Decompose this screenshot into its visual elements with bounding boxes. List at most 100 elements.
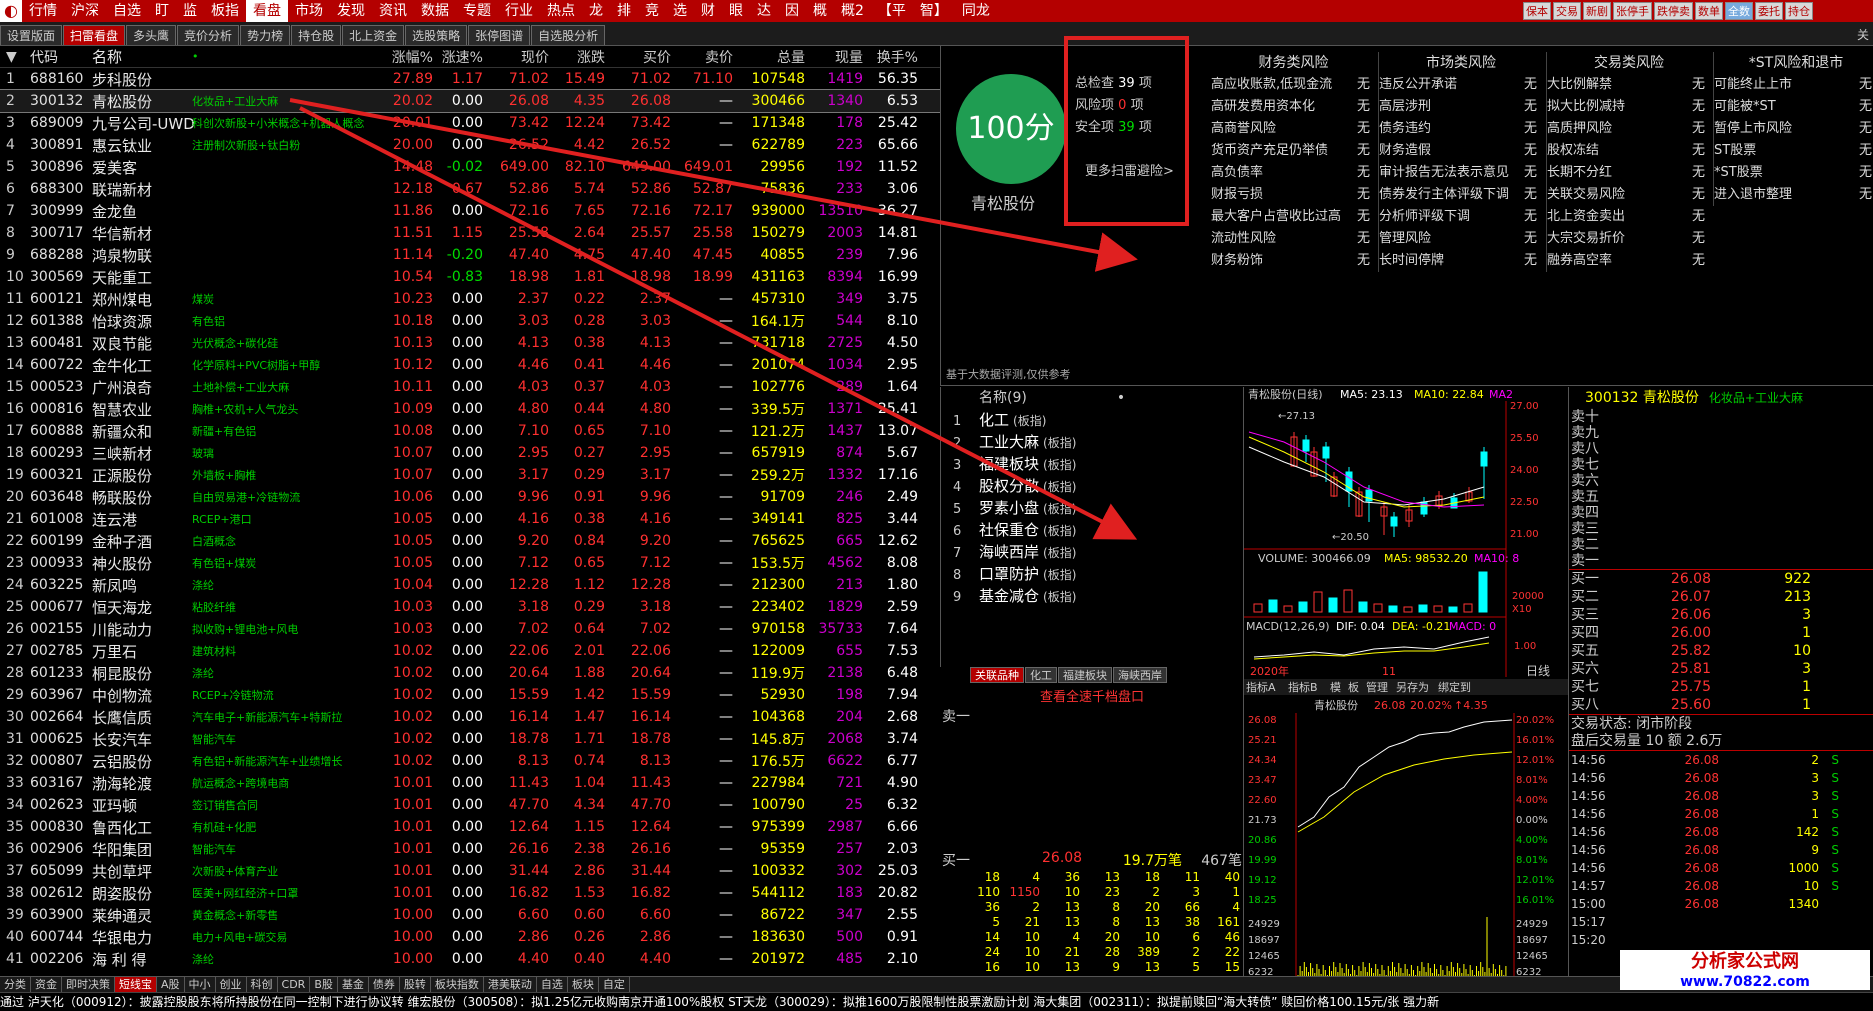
table-row[interactable]: 39 603900 莱绅通灵 黄金概念+新零售 10.00 0.00 6.60 0.60 6.6… (0, 904, 940, 926)
kline-subtab[interactable]: 指标B (1288, 680, 1318, 694)
risk-item[interactable]: 高负债率 无 (1211, 162, 1376, 184)
view-tab[interactable]: 自选股分析 (531, 25, 606, 45)
bottom-tab[interactable]: 中小 (185, 976, 216, 993)
risk-item[interactable]: 高商誉风险 无 (1211, 118, 1376, 140)
table-row[interactable]: 7 300999 金龙鱼 11.86 0.00 72.16 7.65 72.16 72.17 93… (0, 200, 940, 222)
menu-item[interactable]: 因 (778, 0, 806, 22)
risk-item[interactable]: 审计报告无法表示意见无 (1379, 162, 1543, 184)
risk-item[interactable]: 违反公开承诺 无 (1379, 74, 1543, 96)
risk-item[interactable]: 可能终止上市 无 (1714, 74, 1873, 96)
menu-item[interactable]: 行情 (22, 0, 64, 22)
risk-item[interactable]: 股权冻结 无 (1547, 140, 1711, 162)
menu-item[interactable]: 数据 (414, 0, 456, 22)
sector-item[interactable]: 6 社保重仓 (板指) (941, 519, 1240, 541)
menu-item[interactable]: 选 (666, 0, 694, 22)
risk-item[interactable]: 可能被*ST 无 (1714, 96, 1873, 118)
view-tab[interactable]: 北上资金 (342, 25, 405, 45)
menu-item[interactable]: 专题 (456, 0, 498, 22)
risk-item[interactable]: 大比例解禁 无 (1547, 74, 1711, 96)
sector-item[interactable]: 7 海峡西岸 (板指) (941, 541, 1240, 563)
table-row[interactable]: 2 300132 青松股份 化妆品+工业大麻 20.02 0.00 26.08 4.35 26.… (0, 89, 940, 113)
risk-item[interactable]: 拟大比例减持 无 (1547, 96, 1711, 118)
risk-item[interactable]: 高应收账款,低现金流 无 (1211, 74, 1376, 96)
sector-item[interactable]: 1 化工 (板指) (941, 409, 1240, 431)
menu-item[interactable]: 市场 (288, 0, 330, 22)
table-row[interactable]: 5 300896 爱美客 14.48 -0.02 649.00 82.10 649.00 649… (0, 156, 940, 178)
menu-item[interactable]: 概2 (834, 0, 871, 22)
tool-button[interactable]: 跌停卖 (1654, 2, 1693, 20)
col-price[interactable]: 现价 (487, 47, 553, 67)
table-row[interactable]: 14 600722 金牛化工 化学原料+PVC树脂+甲醇 10.12 0.00 4.46 0.… (0, 354, 940, 376)
table-row[interactable]: 16 000816 智慧农业 胸椎+农机+人气龙头 10.09 0.00 4.80 0.44 4… (0, 398, 940, 420)
bottom-tab[interactable]: 科创 (247, 976, 278, 993)
bottom-tab[interactable]: 债券 (369, 976, 400, 993)
risk-item[interactable]: 融券高空率 无 (1547, 250, 1711, 272)
risk-item[interactable]: 财报亏损 无 (1211, 184, 1376, 206)
bottom-tab[interactable]: 板块指数 (431, 976, 484, 993)
menu-item[interactable]: 监 (176, 0, 204, 22)
table-row[interactable]: 3 689009 九号公司-UWD 科创次新股+小米概念+机器人概念 20.01 0.00… (0, 112, 940, 134)
tool-button[interactable]: 持仓 (1785, 2, 1813, 20)
bottom-tab[interactable]: 即时决策 (62, 976, 115, 993)
tool-button[interactable]: 保本 (1523, 2, 1551, 20)
kline-subtab[interactable]: 板 (1348, 680, 1359, 694)
menu-item[interactable]: 盯 (148, 0, 176, 22)
col-code[interactable]: 代码 (30, 47, 92, 67)
kline-subtab[interactable]: 管理 (1366, 680, 1388, 694)
risk-item[interactable]: 高质押风险 无 (1547, 118, 1711, 140)
sector-item[interactable]: 3 福建板块 (板指) (941, 453, 1240, 475)
bottom-tab[interactable]: A股 (157, 976, 185, 993)
menu-item[interactable]: 竞 (638, 0, 666, 22)
view-tab[interactable]: 持仓股 (291, 25, 342, 45)
table-row[interactable]: 28 601233 桐昆股份 涤纶 10.02 0.00 20.64 1.88 20.64 — 11… (0, 662, 940, 684)
bottom-tab[interactable]: 分类 (0, 976, 31, 993)
col-sell[interactable]: 卖价 (675, 47, 737, 67)
tool-button[interactable]: 张停手 (1613, 2, 1652, 20)
table-row[interactable]: 20 603648 畅联股份 自由贸易港+冷链物流 10.06 0.00 9.96 0.91 9… (0, 486, 940, 508)
table-row[interactable]: 11 600121 郑州煤电 煤炭 10.23 0.00 2.37 0.22 2.37 — 4573… (0, 288, 940, 310)
table-row[interactable]: 6 688300 联瑞新材 12.18 0.67 52.86 5.74 52.86 52.87 7… (0, 178, 940, 200)
table-row[interactable]: 26 002155 川能动力 拟收购+锂电池+风电 10.03 0.00 7.02 0.64 7… (0, 618, 940, 640)
col-speed[interactable]: 涨速% (437, 47, 487, 67)
table-row[interactable]: 29 603967 中创物流 RCEP+冷链物流 10.02 0.00 15.59 1.42 1… (0, 684, 940, 706)
table-row[interactable]: 33 603167 渤海轮渡 航运概念+跨境电商 10.01 0.00 11.43 1.04 1… (0, 772, 940, 794)
table-row[interactable]: 27 002785 万里石 建筑材料 10.02 0.00 22.06 2.01 22.06 — 1… (0, 640, 940, 662)
risk-item[interactable]: 分析师评级下调 无 (1379, 206, 1543, 228)
table-row[interactable]: 18 600293 三峡新材 玻璃 10.07 0.00 2.95 0.27 2.95 — 6579… (0, 442, 940, 464)
bottom-tab[interactable]: 自定 (599, 976, 630, 993)
risk-item[interactable]: 高研发费用资本化 无 (1211, 96, 1376, 118)
risk-item[interactable]: 北上资金卖出 无 (1547, 206, 1711, 228)
sector-tab[interactable]: 化工 (1025, 667, 1057, 683)
menu-item[interactable]: 板指 (204, 0, 246, 22)
view-tab[interactable]: 竞价分析 (177, 25, 240, 45)
more-risk-link[interactable]: 更多扫雷避险> (1085, 160, 1174, 179)
risk-item[interactable]: 进入退市整理 无 (1714, 184, 1873, 206)
sector-item[interactable]: 4 股权分散 (板指) (941, 475, 1240, 497)
menu-item[interactable]: 发现 (330, 0, 372, 22)
risk-item[interactable]: 债务违约 无 (1379, 118, 1543, 140)
kline-subtab[interactable]: 模 (1330, 681, 1341, 694)
menu-item[interactable]: 自选 (106, 0, 148, 22)
col-turnover[interactable]: 换手% (867, 47, 922, 67)
table-row[interactable]: 32 000807 云铝股份 有色铝+新能源汽车+业绩增长 10.02 0.00 8.13 0… (0, 750, 940, 772)
table-row[interactable]: 41 002206 海 利 得 涤纶 10.00 0.00 4.40 0.40 4.40 — 201… (0, 948, 940, 970)
table-row[interactable]: 12 601388 怡球资源 有色铝 10.18 0.00 3.03 0.28 3.03 — 164… (0, 310, 940, 332)
table-row[interactable]: 31 000625 长安汽车 智能汽车 10.02 0.00 18.78 1.71 18.78 —… (0, 728, 940, 750)
bottom-tab[interactable]: 基金 (338, 976, 369, 993)
table-row[interactable]: 34 002623 亚玛顿 签订销售合同 10.01 0.00 47.70 4.34 47.70… (0, 794, 940, 816)
table-row[interactable]: 4 300891 惠云钛业 注册制次新股+钛白粉 20.00 0.00 26.52 4.42 2… (0, 134, 940, 156)
tool-button[interactable]: 新剧 (1583, 2, 1611, 20)
table-row[interactable]: 9 688288 鸿泉物联 11.14 -0.20 47.40 4.75 47.40 47.45… (0, 244, 940, 266)
kline-subtab[interactable]: 另存为 (1396, 680, 1429, 694)
table-row[interactable]: 40 600744 华银电力 电力+风电+碳交易 10.00 0.00 2.86 0.26 2.… (0, 926, 940, 948)
table-row[interactable]: 24 603225 新凤鸣 涤纶 10.04 0.00 12.28 1.12 12.28 — 212… (0, 574, 940, 596)
view-tab[interactable]: 设置版面 (0, 25, 63, 45)
table-row[interactable]: 21 601008 连云港 RCEP+港口 10.05 0.00 4.16 0.38 4.16 —… (0, 508, 940, 530)
menu-item[interactable]: 热点 (540, 0, 582, 22)
bottom-tab[interactable]: B股 (310, 976, 338, 993)
risk-item[interactable]: *ST股票 无 (1714, 162, 1873, 184)
sector-item[interactable]: 2 工业大麻 (板指) (941, 431, 1240, 453)
col-change[interactable]: 涨跌 (553, 47, 609, 67)
risk-item[interactable]: 高层涉刑 无 (1379, 96, 1543, 118)
menu-item[interactable]: 智】 (913, 0, 955, 22)
